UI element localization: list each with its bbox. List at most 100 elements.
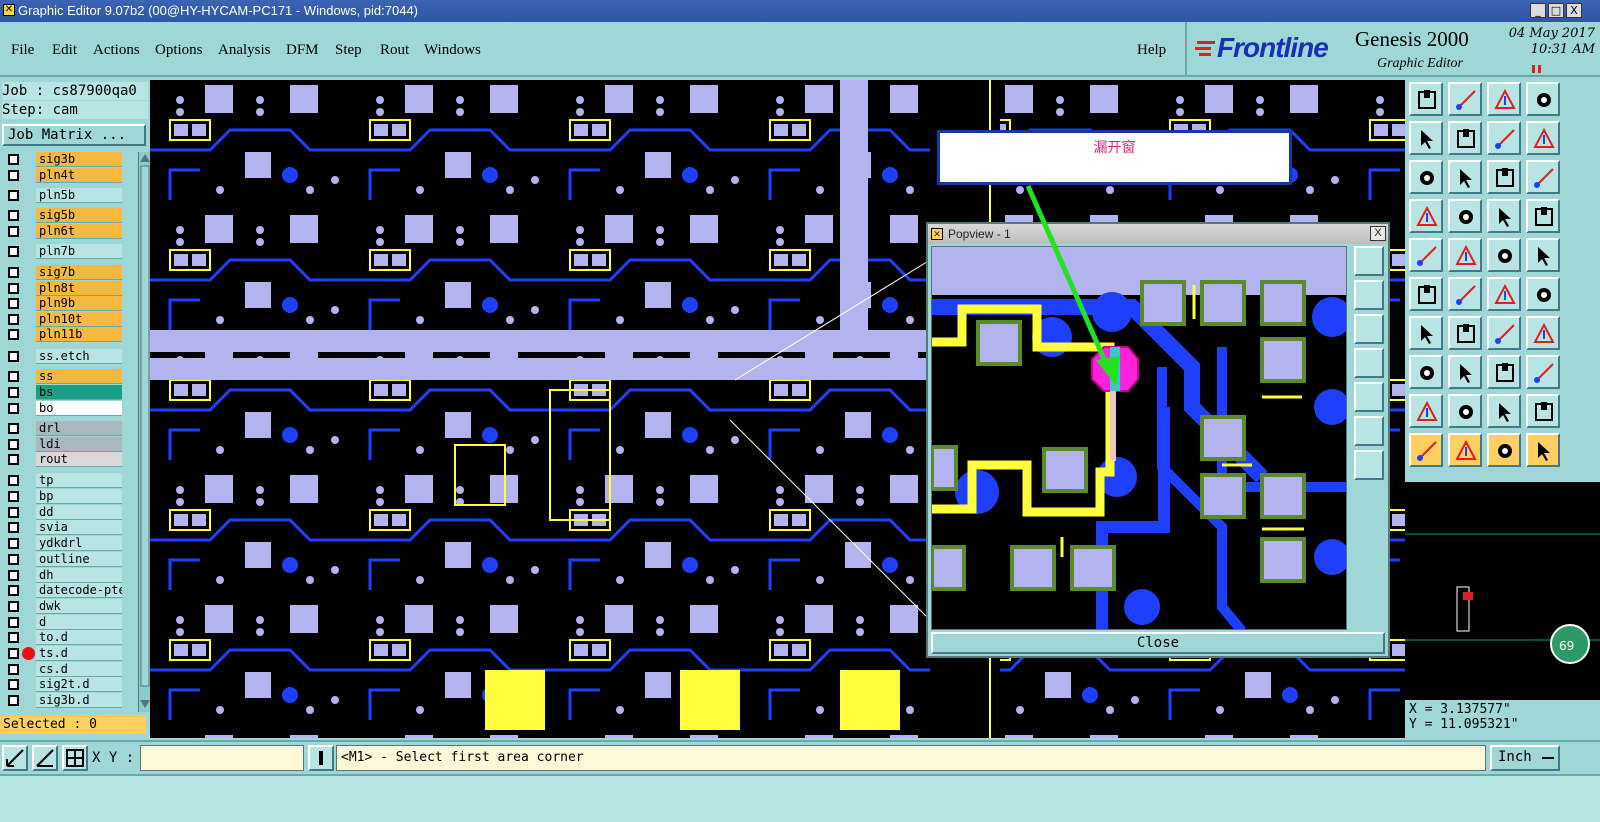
layer-checkbox[interactable] [8,190,19,201]
menu-actions[interactable]: Actions [93,42,140,59]
layer-checkbox[interactable] [8,491,19,502]
tool-button[interactable] [1487,82,1521,116]
layer-row[interactable]: dwk [4,599,122,614]
layer-row[interactable]: d [4,615,122,630]
xy-input[interactable] [140,745,304,771]
popview-tool-7[interactable] [1354,450,1384,480]
close-window-button[interactable]: X [1566,3,1582,18]
maximize-button[interactable]: □ [1548,3,1564,18]
layer-checkbox[interactable] [8,170,19,181]
tool-button[interactable] [1487,277,1521,311]
layer-checkbox[interactable] [8,554,19,565]
layer-checkbox[interactable] [8,351,19,362]
menu-edit[interactable]: Edit [52,42,77,59]
tool-button[interactable] [1487,121,1521,155]
tool-button[interactable] [1409,277,1443,311]
tool-button[interactable] [1487,355,1521,389]
layer-checkbox[interactable] [8,679,19,690]
layer-row[interactable]: ldi [4,437,122,452]
tool-button[interactable] [1409,121,1443,155]
layer-checkbox[interactable] [8,371,19,382]
layer-checkbox[interactable] [8,507,19,518]
minimize-button[interactable]: _ [1530,3,1546,18]
layer-row[interactable]: rout [4,452,122,467]
layer-checkbox[interactable] [8,226,19,237]
tool-button[interactable] [1487,316,1521,350]
popview-tool-2[interactable] [1354,280,1384,310]
menu-windows[interactable]: Windows [424,42,481,59]
menu-step[interactable]: Step [335,42,362,59]
tool-button[interactable] [1448,394,1482,428]
popview-close-button[interactable]: Close [931,632,1385,654]
layer-checkbox[interactable] [8,475,19,486]
measure-button[interactable] [32,745,58,771]
layer-checkbox[interactable] [8,423,19,434]
tool-button[interactable] [1409,199,1443,233]
tool-button[interactable] [1487,433,1521,467]
layer-checkbox[interactable] [8,439,19,450]
tool-button[interactable] [1409,238,1443,272]
layer-row[interactable]: bs [4,385,122,400]
tool-button[interactable] [1487,199,1521,233]
layer-checkbox[interactable] [8,403,19,414]
popview-tool-5[interactable] [1354,382,1384,412]
tool-button[interactable] [1526,316,1560,350]
layer-row[interactable]: pln10t [4,312,122,327]
layer-checkbox[interactable] [8,585,19,596]
popview-tool-6[interactable] [1354,416,1384,446]
layer-row[interactable]: cs.d [4,662,122,677]
tool-button[interactable] [1409,394,1443,428]
layer-checkbox[interactable] [8,283,19,294]
layer-checkbox[interactable] [8,154,19,165]
tool-button[interactable] [1448,160,1482,194]
tool-button[interactable] [1526,238,1560,272]
grid-button[interactable] [62,745,88,771]
layer-checkbox[interactable] [8,387,19,398]
tool-button[interactable] [1448,316,1482,350]
tool-button[interactable] [1448,199,1482,233]
layer-row[interactable]: pln7b [4,244,122,259]
layer-checkbox[interactable] [8,695,19,706]
tool-button[interactable] [1487,394,1521,428]
tool-button[interactable] [1487,238,1521,272]
tool-button[interactable] [1448,355,1482,389]
layer-row[interactable]: pln4t [4,168,122,183]
layer-list-scrollbar[interactable] [138,152,150,712]
info-button[interactable] [308,745,334,771]
layer-row[interactable]: sig5b [4,208,122,223]
unit-selector[interactable]: Inch [1490,745,1560,771]
tool-button[interactable] [1409,82,1443,116]
layer-row[interactable]: ts.d [4,646,122,661]
layer-row[interactable]: datecode-pte [4,583,122,598]
layer-row[interactable]: tp [4,473,122,488]
layer-checkbox[interactable] [8,538,19,549]
tool-button[interactable] [1448,121,1482,155]
tool-button[interactable] [1526,394,1560,428]
layer-row[interactable]: sig3b.d [4,693,122,708]
tool-button[interactable] [1448,238,1482,272]
layer-row[interactable]: dd [4,505,122,520]
layer-checkbox[interactable] [8,454,19,465]
layer-checkbox[interactable] [8,246,19,257]
popview-tool-1[interactable] [1354,246,1384,276]
tool-button[interactable] [1409,355,1443,389]
layer-row[interactable]: sig2t.d [4,677,122,692]
layer-row[interactable]: sig7b [4,265,122,280]
tool-button[interactable] [1526,82,1560,116]
tool-button[interactable] [1448,82,1482,116]
layer-row[interactable]: pln9b [4,296,122,311]
tool-button[interactable] [1448,277,1482,311]
layer-checkbox[interactable] [8,632,19,643]
layer-row[interactable]: pln8t [4,281,122,296]
layer-row[interactable]: ss.etch [4,349,122,364]
tool-button[interactable] [1526,277,1560,311]
menu-analysis[interactable]: Analysis [218,42,271,59]
layer-checkbox[interactable] [8,664,19,675]
menu-options[interactable]: Options [155,42,203,59]
layer-row[interactable]: ss [4,369,122,384]
popview-close-icon[interactable]: X [1370,226,1386,241]
tool-button[interactable] [1487,160,1521,194]
menu-help[interactable]: Help [1137,42,1166,59]
layer-checkbox[interactable] [8,298,19,309]
layer-checkbox[interactable] [8,601,19,612]
